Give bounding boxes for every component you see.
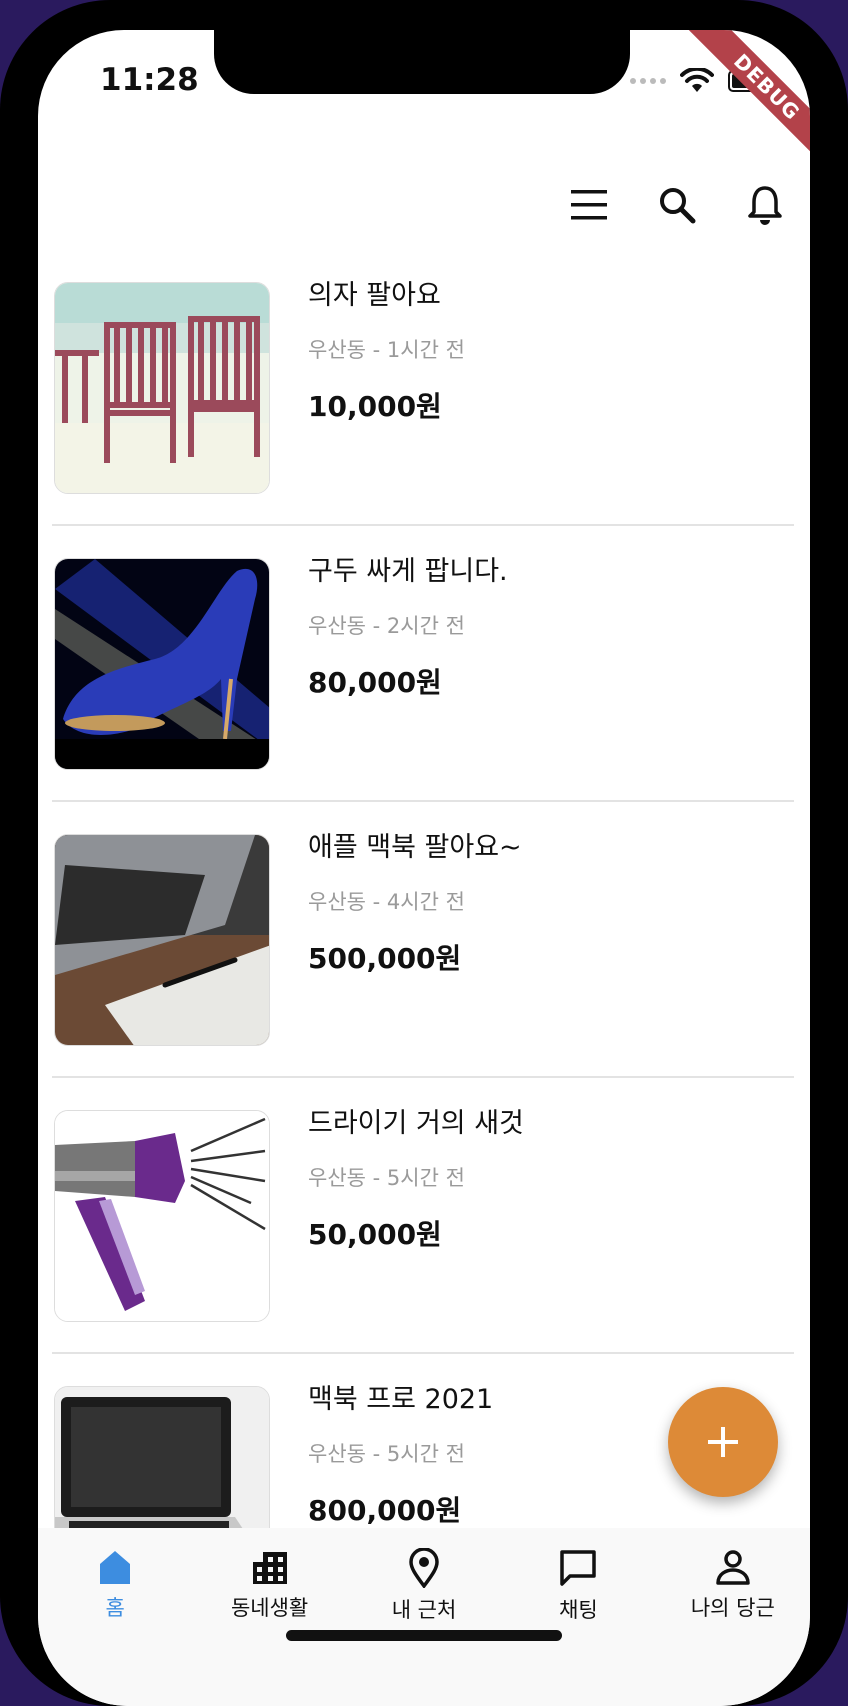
chat-bubble-icon bbox=[560, 1550, 597, 1586]
nav-label: 채팅 bbox=[559, 1598, 598, 1622]
add-product-button[interactable] bbox=[668, 1387, 778, 1497]
product-meta: 우산동 - 5시간 전 bbox=[308, 1166, 465, 1190]
nav-label: 홈 bbox=[105, 1596, 125, 1620]
product-meta: 우산동 - 4시간 전 bbox=[308, 890, 465, 914]
nav-label: 내 근처 bbox=[391, 1598, 457, 1622]
bell-icon[interactable] bbox=[744, 184, 786, 226]
signal-icon bbox=[630, 78, 666, 84]
app-screen: 11:28 DEBUG 의자 팔아요 우산동 - 1시간 전 10,000원 구… bbox=[38, 30, 810, 1706]
product-info: 맥북 프로 2021 우산동 - 5시간 전 800,000원 bbox=[308, 1378, 493, 1530]
location-pin-icon bbox=[409, 1548, 439, 1588]
product-image-hair-dryer bbox=[54, 1110, 270, 1322]
product-info: 드라이기 거의 새것 우산동 - 5시간 전 50,000원 bbox=[308, 1102, 524, 1254]
phone-frame: 11:28 DEBUG 의자 팔아요 우산동 - 1시간 전 10,000원 구… bbox=[0, 0, 848, 1706]
device-notch bbox=[214, 30, 630, 94]
product-meta: 우산동 - 1시간 전 bbox=[308, 338, 465, 362]
product-info: 애플 맥북 팔아요~ 우산동 - 4시간 전 500,000원 bbox=[308, 826, 522, 978]
product-info: 구두 싸게 팝니다. 우산동 - 2시간 전 80,000원 bbox=[308, 550, 508, 702]
app-bar-actions bbox=[568, 184, 786, 226]
home-indicator bbox=[286, 1630, 562, 1641]
plus-icon bbox=[708, 1427, 738, 1457]
wifi-icon bbox=[680, 68, 714, 92]
product-price: 80,000원 bbox=[308, 666, 442, 699]
menu-icon[interactable] bbox=[568, 184, 610, 226]
product-item[interactable]: 애플 맥북 팔아요~ 우산동 - 4시간 전 500,000원 bbox=[52, 802, 794, 1078]
nav-item-chat[interactable]: 채팅 bbox=[501, 1528, 655, 1706]
status-time: 11:28 bbox=[100, 62, 199, 98]
nav-item-nearby[interactable]: 내 근처 bbox=[347, 1528, 501, 1706]
product-item[interactable]: 의자 팔아요 우산동 - 1시간 전 10,000원 bbox=[52, 250, 794, 526]
bottom-navigation: 홈 동네생활 내 근처 채팅 나의 당근 bbox=[38, 1528, 810, 1706]
product-info: 의자 팔아요 우산동 - 1시간 전 10,000원 bbox=[308, 274, 465, 426]
product-list: 의자 팔아요 우산동 - 1시간 전 10,000원 구두 싸게 팝니다. 우산… bbox=[52, 250, 794, 1560]
product-price: 10,000원 bbox=[308, 390, 442, 423]
product-meta: 우산동 - 2시간 전 bbox=[308, 614, 465, 638]
product-title: 드라이기 거의 새것 bbox=[308, 1108, 524, 1139]
app-bar bbox=[38, 160, 810, 250]
nav-item-neighborhood[interactable]: 동네생활 bbox=[192, 1528, 346, 1706]
nav-item-home[interactable]: 홈 bbox=[38, 1528, 192, 1706]
nav-item-my-carrot[interactable]: 나의 당근 bbox=[656, 1528, 810, 1706]
product-image-chairs bbox=[54, 282, 270, 494]
product-item[interactable]: 구두 싸게 팝니다. 우산동 - 2시간 전 80,000원 bbox=[52, 526, 794, 802]
product-price: 800,000원 bbox=[308, 1494, 462, 1527]
product-image-shoe bbox=[54, 558, 270, 770]
home-icon bbox=[100, 1551, 131, 1584]
product-title: 애플 맥북 팔아요~ bbox=[308, 832, 522, 863]
search-icon[interactable] bbox=[656, 184, 698, 226]
product-title: 구두 싸게 팝니다. bbox=[308, 556, 508, 587]
product-title: 의자 팔아요 bbox=[308, 280, 441, 311]
nav-label: 나의 당근 bbox=[690, 1596, 775, 1620]
product-image-laptop bbox=[54, 834, 270, 1046]
product-item[interactable]: 드라이기 거의 새것 우산동 - 5시간 전 50,000원 bbox=[52, 1078, 794, 1354]
nav-label: 동네생활 bbox=[230, 1596, 309, 1620]
product-price: 50,000원 bbox=[308, 1218, 442, 1251]
debug-banner: DEBUG bbox=[682, 30, 810, 172]
person-icon bbox=[716, 1550, 750, 1585]
product-title: 맥북 프로 2021 bbox=[308, 1384, 494, 1415]
building-icon bbox=[252, 1552, 287, 1584]
product-meta: 우산동 - 5시간 전 bbox=[308, 1442, 465, 1466]
product-price: 500,000원 bbox=[308, 942, 462, 975]
